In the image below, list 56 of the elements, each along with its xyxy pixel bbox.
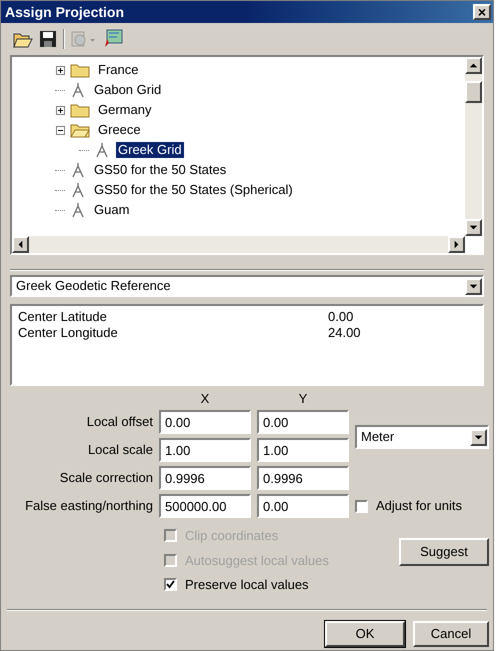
row-label: Local scale [86,441,153,460]
y-value-field[interactable]: 0.00 [257,494,349,518]
compass-icon [70,82,86,98]
tree-item[interactable]: GS50 for the 50 States (Spherical) [92,182,295,198]
parameter-value: 24.00 [328,325,361,341]
close-button[interactable]: × [473,4,491,20]
y-value-field[interactable]: 0.9996 [257,466,349,490]
scroll-down-button[interactable] [465,219,482,236]
x-value-field[interactable]: 1.00 [159,438,251,462]
checkbox[interactable] [164,578,177,592]
checkbox[interactable] [355,500,368,512]
row-label: Scale correction [58,469,153,488]
y-value-field[interactable]: 1.00 [257,438,349,462]
column-header: X [200,392,210,406]
map-icon[interactable] [103,29,123,49]
tree-item[interactable]: Germany [96,102,154,118]
tree-item[interactable]: France [96,62,140,78]
datum-dropdown[interactable]: Greek Geodetic Reference [10,275,484,297]
x-value-field[interactable]: 0.9996 [159,466,251,490]
compass-icon [70,202,86,218]
expand-toggle[interactable] [56,66,64,74]
row-label: Local offset [86,413,153,432]
x-value-field[interactable]: 0.00 [159,410,251,434]
compass-icon [94,142,110,158]
window-title: Assign Projection [5,2,124,22]
expand-toggle[interactable] [56,106,64,114]
scroll-right-button[interactable] [448,236,465,253]
row-label: False easting/northing [24,497,153,516]
unit-dropdown[interactable]: Meter [355,425,489,449]
tree-item[interactable]: Guam [92,202,132,218]
scroll-up-button[interactable] [465,57,482,74]
ok-button[interactable]: OK [325,620,405,646]
tree-item[interactable]: Gabon Grid [92,82,164,98]
checkbox-label: Adjust for units [376,497,462,516]
folder-icon [70,122,90,138]
tree-item[interactable]: Greece [96,122,143,138]
folder-icon [70,102,90,118]
folder-icon [70,62,90,78]
parameter-value: 0.00 [328,309,354,325]
parameter-name: Center Longitude [18,325,119,341]
x-value-field[interactable]: 500000.00 [159,494,251,518]
checkbox-label: Preserve local values [185,576,309,594]
column-header: Y [298,392,308,406]
compass-icon [70,182,86,198]
cancel-button[interactable]: Cancel [413,620,489,646]
collapse-toggle[interactable] [56,126,64,134]
tree-item[interactable]: GS50 for the 50 States [92,162,228,178]
tree-item[interactable]: Greek Grid [116,142,184,158]
y-value-field[interactable]: 0.00 [257,410,349,434]
vertical-scrollbar[interactable] [465,57,482,236]
compass-icon [70,162,86,178]
suggest-button[interactable]: Suggest [399,538,489,566]
horizontal-scrollbar[interactable] [12,236,465,253]
scroll-thumb[interactable] [465,80,482,102]
parameter-name: Center Latitude [18,309,108,325]
scroll-left-button[interactable] [12,236,29,253]
